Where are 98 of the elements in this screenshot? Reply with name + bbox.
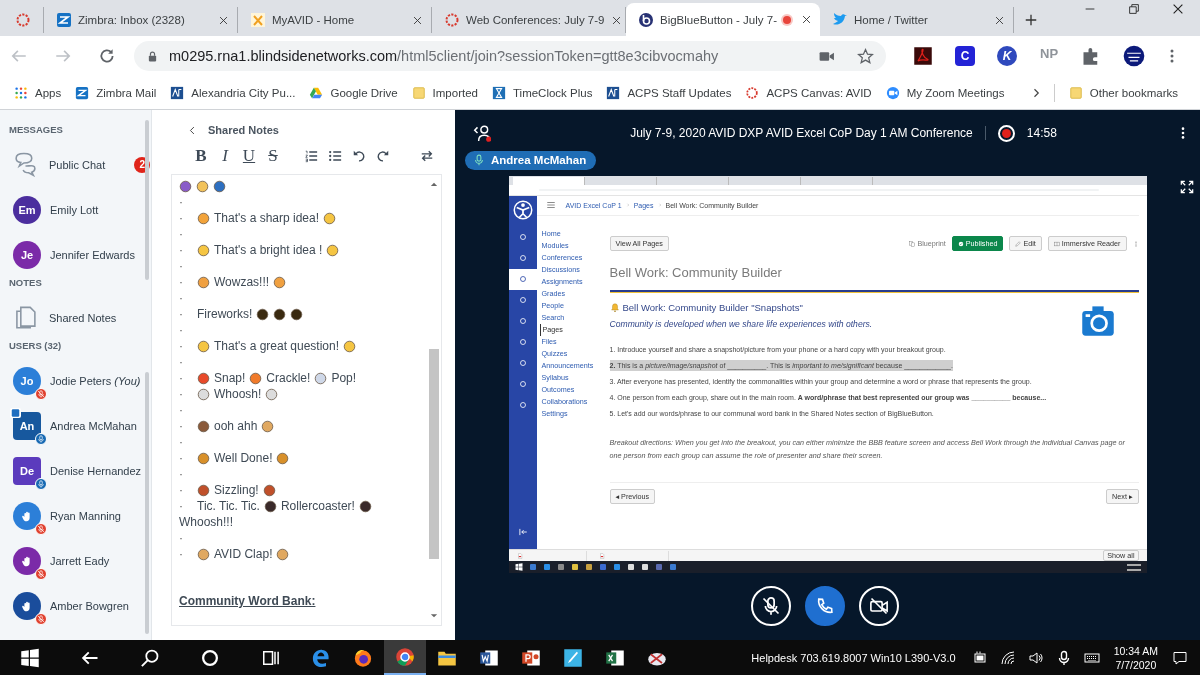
- browser-tab[interactable]: MyAVID - Home: [238, 7, 432, 33]
- bookmark[interactable]: Alexandria City Pu...: [170, 85, 296, 100]
- user-avatar: De: [13, 456, 41, 485]
- browser-tab[interactable]: Home / Twitter: [820, 7, 1014, 33]
- browser-tab[interactable]: BigBlueButton - July 7-: [626, 3, 820, 36]
- clock-time: 10:34 AM: [1113, 643, 1158, 658]
- format-button[interactable]: B: [189, 146, 213, 166]
- bullet-mark: ·: [178, 547, 184, 561]
- bullet-mark: ·: [178, 323, 184, 337]
- extension-icon[interactable]: C: [955, 46, 975, 66]
- bullet-mark: ·: [178, 467, 184, 481]
- browser-tab[interactable]: Zimbra: Inbox (2328): [44, 7, 238, 33]
- note-text: Fireworks!: [197, 307, 253, 321]
- format-button[interactable]: I: [213, 146, 237, 166]
- format-button[interactable]: S: [261, 146, 285, 166]
- bookmark[interactable]: ACPS Staff Updates: [606, 85, 732, 100]
- subtitle: Community is developed when we share life experiences with others.: [609, 318, 874, 329]
- note-text: That's a sharp idea!: [214, 211, 320, 225]
- bookmark[interactable]: ACPS Canvas: AVID: [745, 85, 872, 100]
- bullet-mark: ·: [178, 499, 184, 513]
- bullet-mark: ·: [178, 275, 184, 289]
- you-label: (You): [114, 374, 141, 387]
- note-text: Crackle!: [266, 371, 311, 385]
- note-text: Well Done!: [214, 451, 273, 465]
- recording-timer: 14:58: [1026, 126, 1057, 140]
- format-button[interactable]: U: [237, 146, 261, 166]
- note-text: Sizzling!: [214, 483, 259, 497]
- bullet-mark: ·: [178, 227, 184, 241]
- user-name: Andrea McMahan: [50, 419, 137, 432]
- user-avatar: Je: [13, 240, 41, 269]
- bullet-mark: ·: [178, 419, 184, 433]
- note-text: Whoosh!!!: [179, 515, 234, 529]
- section-heading: NOTES: [8, 277, 43, 290]
- bookmark[interactable]: Other bookmarks: [1068, 85, 1178, 100]
- chat-item[interactable]: Em Emily Lott: [0, 187, 151, 232]
- bullet-mark: ·: [178, 435, 184, 449]
- user-name: Emily Lott: [50, 203, 99, 216]
- user-avatar: Em: [13, 195, 41, 224]
- panel-title: Shared Notes: [208, 124, 279, 136]
- section-heading: USERS (32): [8, 340, 63, 353]
- user-avatar: An: [13, 411, 41, 440]
- chat-item[interactable]: Je Jennifer Edwards: [0, 232, 151, 277]
- bullet-mark: ·: [178, 243, 184, 257]
- note-text: Rollercoaster!: [280, 499, 355, 513]
- bookmark[interactable]: TimeClock Plus: [492, 85, 593, 100]
- address-field[interactable]: m0295.rna1.blindsidenetworks.com/html5client/join?sessionToken=gtt8e3cibvocmahy: [134, 41, 886, 71]
- extension-icon[interactable]: K: [997, 46, 1017, 66]
- bullet-mark: ·: [178, 483, 184, 497]
- section-heading: Community Word Bank:: [179, 594, 316, 608]
- note-text: Tic. Tic. Tic.: [197, 499, 260, 513]
- bullet-mark: ·: [178, 387, 184, 401]
- user-item[interactable]: Jo Jodie Peters (You): [0, 358, 151, 403]
- bullet-mark: ·: [178, 291, 184, 305]
- user-item[interactable]: Jarrett Eady: [0, 538, 151, 583]
- user-name: Jarrett Eady: [50, 554, 110, 567]
- bullet-mark: ·: [178, 403, 184, 417]
- meeting-title: July 7-9, 2020 AVID DXP AVID Excel CoP Day 1 AM Conference: [630, 126, 973, 140]
- bookmark[interactable]: Zimbra Mail: [75, 85, 157, 100]
- note-text: Wowzas!!!: [214, 275, 270, 289]
- page-title: Bell Work: Community Builder: [609, 264, 783, 282]
- helpdesk-text: Helpdesk 703.619.8007 Win10 L390-V3.0: [751, 651, 956, 664]
- user-name: Amber Bowgren: [50, 599, 129, 612]
- user-avatar: Jo: [13, 366, 41, 395]
- bullet-mark: ·: [178, 259, 184, 273]
- bullet-mark: ·: [178, 339, 184, 353]
- bookmark[interactable]: Apps: [14, 85, 62, 100]
- bullet-mark: ·: [178, 451, 184, 465]
- clock-date: 7/7/2020: [1115, 657, 1157, 672]
- bullet-mark: ·: [178, 211, 184, 225]
- notes-item[interactable]: Shared Notes: [0, 295, 151, 340]
- section-heading: MESSAGES: [8, 124, 64, 137]
- section-heading: Bell Work: Community Builder "Snapshots": [622, 302, 803, 314]
- bullet-mark: ·: [178, 355, 184, 369]
- user-name: Shared Notes: [49, 311, 117, 324]
- note-text: Pop!: [331, 371, 357, 385]
- bullet-mark: ·: [178, 531, 184, 545]
- user-name: Jennifer Edwards: [50, 248, 135, 261]
- user-name: Jodie Peters: [50, 374, 112, 387]
- note-text: Whoosh!: [214, 387, 262, 401]
- user-item[interactable]: Amber Bowgren: [0, 583, 151, 628]
- note-text: That's a great question!: [214, 339, 340, 353]
- note-text: Snap!: [214, 371, 246, 385]
- bullet-mark: ·: [178, 371, 184, 385]
- bullet-mark: ·: [178, 195, 184, 209]
- user-item[interactable]: An Andrea McMahan: [0, 403, 151, 448]
- speaker-label: Andrea McMahan: [465, 150, 597, 170]
- bookmark[interactable]: Imported: [411, 85, 478, 100]
- bookmark[interactable]: Google Drive: [309, 85, 398, 100]
- note-text: ooh ahh: [214, 419, 258, 433]
- user-name: Denise Hernandez: [50, 464, 142, 477]
- user-item[interactable]: Ryan Manning: [0, 493, 151, 538]
- user-name: Ryan Manning: [50, 509, 121, 522]
- bullet-mark: ·: [178, 307, 184, 321]
- note-text: AVID Clap!: [214, 547, 273, 561]
- user-name: Public Chat: [49, 158, 106, 171]
- bookmark[interactable]: My Zoom Meetings: [885, 85, 1005, 100]
- note-text: That's a bright idea !: [214, 243, 323, 257]
- user-item[interactable]: De Denise Hernandez: [0, 448, 151, 493]
